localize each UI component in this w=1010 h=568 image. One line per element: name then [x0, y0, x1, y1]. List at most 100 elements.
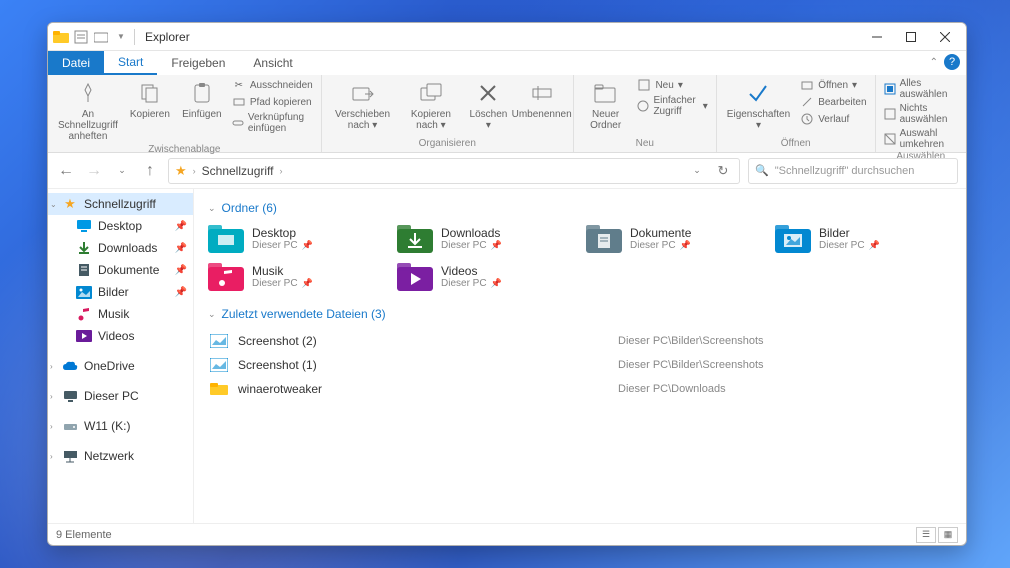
recent-file[interactable]: winaerotweakerDieser PC\Downloads — [208, 377, 952, 401]
document-folder-icon — [586, 223, 622, 253]
properties-button[interactable]: Eigenschaften ▾ — [723, 77, 794, 133]
cloud-icon — [62, 358, 78, 374]
collapse-ribbon-icon[interactable]: ⌃ — [930, 57, 938, 68]
folders-group-header[interactable]: ⌄ Ordner (6) — [208, 201, 952, 215]
history-button[interactable]: Verlauf — [798, 111, 868, 127]
chevron-down-icon: ⌄ — [208, 309, 216, 320]
pin-icon — [74, 79, 102, 107]
edit-button[interactable]: Bearbeiten — [798, 94, 868, 110]
folder-videos[interactable]: VideosDieser PC 📌 — [397, 261, 574, 291]
rename-button[interactable]: Umbenennen — [516, 77, 566, 122]
explorer-window: ▼ Explorer Datei Start Freigeben Ansicht… — [47, 22, 967, 546]
qat-properties-icon[interactable] — [72, 28, 90, 46]
sidebar-item-w11-k-[interactable]: ›W11 (K:) — [48, 415, 193, 437]
recent-file[interactable]: Screenshot (2)Dieser PC\Bilder\Screensho… — [208, 329, 952, 353]
chevron-right-icon[interactable]: › — [50, 422, 53, 431]
content-area: ⌄ Ordner (6) DesktopDieser PC 📌 Downloads… — [194, 189, 966, 523]
image-icon — [76, 284, 92, 300]
paste-link-button[interactable]: Verknüpfung einfügen — [230, 111, 315, 135]
sidebar-item-videos[interactable]: Videos — [48, 325, 193, 347]
sidebar-item-quick-access[interactable]: ⌄ ★ Schnellzugriff — [48, 193, 193, 215]
refresh-button[interactable]: ↻ — [713, 161, 733, 181]
search-input[interactable]: 🔍 "Schnellzugriff" durchsuchen — [748, 158, 958, 184]
folder-bilder[interactable]: BilderDieser PC 📌 — [775, 223, 952, 253]
pin-icon: 📌 — [491, 278, 502, 289]
image-folder-icon — [775, 223, 811, 253]
tab-start[interactable]: Start — [104, 51, 157, 75]
folder-desktop[interactable]: DesktopDieser PC 📌 — [208, 223, 385, 253]
qat-newfolder-icon[interactable] — [92, 28, 110, 46]
addr-dropdown-icon[interactable]: ⌄ — [687, 161, 707, 181]
new-item-button[interactable]: Neu ▾ — [635, 77, 709, 93]
pin-icon: 📌 — [302, 278, 313, 289]
sidebar-item-dieser-pc[interactable]: ›Dieser PC — [48, 385, 193, 407]
view-icons-button[interactable]: ▦ — [938, 527, 958, 543]
search-icon: 🔍 — [755, 164, 769, 177]
forward-button[interactable]: → — [84, 161, 104, 181]
download-folder-icon — [397, 223, 433, 253]
chevron-down-icon[interactable]: ⌄ — [50, 200, 57, 209]
select-invert-icon — [884, 132, 896, 146]
tab-view[interactable]: Ansicht — [239, 51, 306, 75]
close-button[interactable] — [928, 23, 962, 51]
rename-icon — [528, 79, 556, 107]
open-icon — [800, 78, 814, 92]
video-icon — [76, 328, 92, 344]
recent-dropdown-icon[interactable]: ⌄ — [112, 161, 132, 181]
sidebar-item-desktop[interactable]: Desktop📌 — [48, 215, 193, 237]
folder-musik[interactable]: MusikDieser PC 📌 — [208, 261, 385, 291]
easy-access-button[interactable]: Einfacher Zugriff ▾ — [635, 94, 709, 118]
delete-button[interactable]: Löschen ▾ — [464, 77, 512, 133]
pin-icon: 📌 — [175, 243, 187, 254]
cut-button[interactable]: ✂Ausschneiden — [230, 77, 315, 93]
tab-file[interactable]: Datei — [48, 51, 104, 75]
back-button[interactable]: ← — [56, 161, 76, 181]
new-folder-button[interactable]: Neuer Ordner — [580, 77, 632, 133]
folder-downloads[interactable]: DownloadsDieser PC 📌 — [397, 223, 574, 253]
copy-to-icon — [417, 79, 445, 107]
pin-icon: 📌 — [175, 265, 187, 276]
recent-file[interactable]: Screenshot (1)Dieser PC\Bilder\Screensho… — [208, 353, 952, 377]
sidebar-item-downloads[interactable]: Downloads📌 — [48, 237, 193, 259]
address-bar[interactable]: ★ › Schnellzugriff › ⌄ ↻ — [168, 158, 740, 184]
sidebar-item-musik[interactable]: Musik — [48, 303, 193, 325]
document-icon — [76, 262, 92, 278]
copy-path-button[interactable]: Pfad kopieren — [230, 94, 315, 110]
chevron-right-icon[interactable]: › — [50, 392, 53, 401]
image-file-icon — [208, 333, 230, 349]
paste-button[interactable]: Einfügen — [178, 77, 226, 122]
sidebar-item-dokumente[interactable]: Dokumente📌 — [48, 259, 193, 281]
pin-to-quick-button[interactable]: An Schnellzugriff anheften — [54, 77, 122, 144]
copy-to-button[interactable]: Kopieren nach ▾ — [401, 77, 460, 133]
select-all-icon — [884, 82, 896, 96]
help-icon[interactable]: ? — [944, 54, 960, 70]
recent-group-header[interactable]: ⌄ Zuletzt verwendete Dateien (3) — [208, 307, 952, 321]
sidebar-item-onedrive[interactable]: ›OneDrive — [48, 355, 193, 377]
chevron-right-icon[interactable]: › — [50, 452, 53, 461]
easy-access-icon — [637, 99, 649, 113]
folder-dokumente[interactable]: DokumenteDieser PC 📌 — [586, 223, 763, 253]
pin-icon: 📌 — [491, 240, 502, 251]
select-none-button[interactable]: Nichts auswählen — [882, 102, 960, 126]
tab-share[interactable]: Freigeben — [157, 51, 239, 75]
open-button[interactable]: Öffnen ▾ — [798, 77, 868, 93]
titlebar: ▼ Explorer — [48, 23, 966, 51]
up-button[interactable]: ↑ — [140, 161, 160, 181]
group-organize-label: Organisieren — [328, 138, 567, 150]
breadcrumb-item[interactable]: Schnellzugriff — [202, 164, 274, 178]
select-invert-button[interactable]: Auswahl umkehren — [882, 127, 960, 151]
chevron-right-icon[interactable]: › — [50, 362, 53, 371]
maximize-button[interactable] — [894, 23, 928, 51]
select-none-icon — [884, 107, 896, 121]
minimize-button[interactable] — [860, 23, 894, 51]
copy-button[interactable]: Kopieren — [126, 77, 174, 122]
sidebar-item-netzwerk[interactable]: ›Netzwerk — [48, 445, 193, 467]
download-icon — [76, 240, 92, 256]
select-all-button[interactable]: Alles auswählen — [882, 77, 960, 101]
sidebar-item-bilder[interactable]: Bilder📌 — [48, 281, 193, 303]
move-to-button[interactable]: Verschieben nach ▾ — [328, 77, 398, 133]
ribbon: An Schnellzugriff anheften Kopieren Einf… — [48, 75, 966, 153]
pin-icon: 📌 — [175, 221, 187, 232]
view-details-button[interactable]: ☰ — [916, 527, 936, 543]
chevron-down-icon[interactable]: ▼ — [112, 28, 130, 46]
